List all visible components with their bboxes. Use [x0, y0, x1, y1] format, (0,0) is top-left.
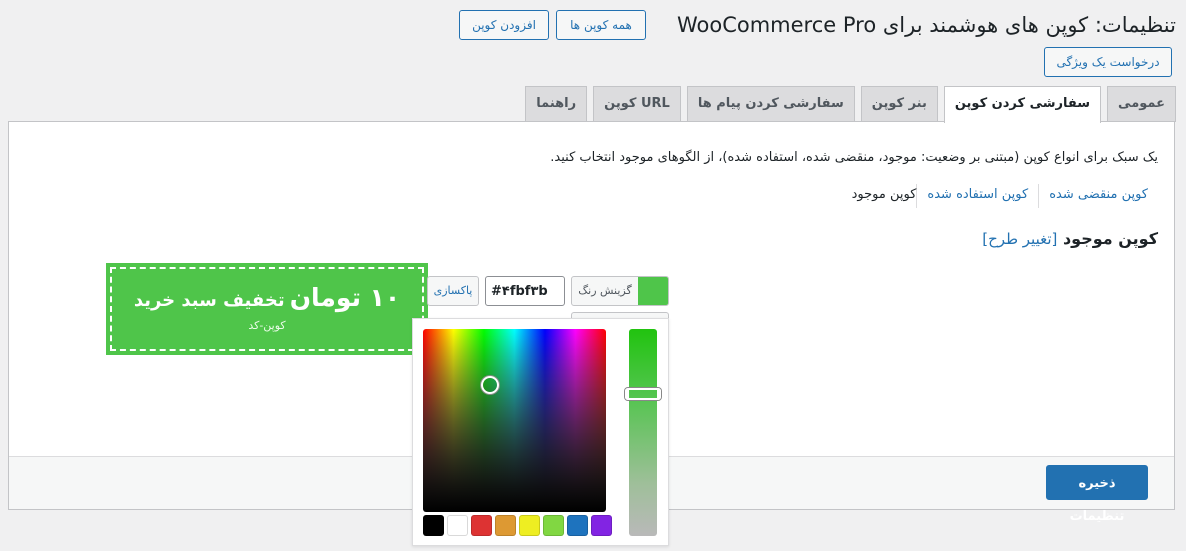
clear-color-button[interactable]: پاکسازی — [427, 276, 479, 306]
current-color-swatch — [638, 277, 668, 305]
tab-guide[interactable]: راهنما — [525, 86, 588, 122]
hue-slider[interactable] — [625, 329, 661, 536]
subnav-expired-coupon[interactable]: کوپن منقضی شده — [1039, 184, 1158, 208]
saturation-handle[interactable] — [481, 376, 499, 394]
coupon-preview: ۱۰ تومان تخفیف سبد خرید کوپن-کد — [106, 263, 428, 355]
color-picker-popup — [412, 318, 669, 546]
palette-swatch[interactable] — [423, 515, 444, 536]
tab-coupon-banner[interactable]: بنر کوپن — [860, 86, 938, 122]
coupon-code: کوپن-کد — [248, 319, 286, 332]
coupon-text: تخفیف سبد خرید — [133, 290, 285, 311]
tab-coupon-url[interactable]: کوپن URL — [593, 86, 681, 122]
color-pick-button[interactable]: گزینش رنگ — [571, 276, 669, 306]
palette-swatch[interactable] — [567, 515, 588, 536]
hex-color-input[interactable] — [485, 276, 565, 306]
section-title-text: کوپن موجود — [1062, 229, 1158, 248]
color-palette — [423, 515, 614, 536]
page-title: تنظیمات: کوپن های هوشمند برای WooCommerc… — [676, 13, 1176, 37]
saturation-area[interactable] — [423, 329, 606, 512]
hue-slider-handle[interactable] — [625, 388, 661, 400]
coupon-amount-line: ۱۰ تومان تخفیف سبد خرید — [112, 283, 422, 312]
palette-swatch[interactable] — [591, 515, 612, 536]
palette-swatch[interactable] — [519, 515, 540, 536]
subnav-available-coupon[interactable]: کوپن موجود — [842, 184, 917, 208]
settings-tabs: عمومی سفارشی کردن کوپن بنر کوپن سفارشی ک… — [525, 86, 1176, 123]
subnav-used-coupon[interactable]: کوپن استفاده شده — [917, 184, 1038, 208]
feature-request-button[interactable]: درخواست یک ویژگی — [1044, 47, 1172, 77]
palette-swatch[interactable] — [471, 515, 492, 536]
save-settings-button[interactable]: ذخیره تنظیمات — [1046, 465, 1148, 524]
coupon-status-nav: کوپن موجود کوپن استفاده شده کوپن منقضی ش… — [842, 184, 1158, 208]
section-title: کوپن موجود [تغییر طرح] — [982, 229, 1158, 248]
palette-swatch[interactable] — [447, 515, 468, 536]
coupon-dashed-border: ۱۰ تومان تخفیف سبد خرید کوپن-کد — [110, 267, 424, 351]
style-description: یک سبک برای انواع کوپن (مبتنی بر وضعیت: … — [550, 150, 1158, 165]
palette-swatch[interactable] — [495, 515, 516, 536]
all-coupons-button[interactable]: همه کوپن ها — [556, 10, 646, 40]
tab-customize-messages[interactable]: سفارشی کردن پیام ها — [686, 86, 855, 122]
tab-customize-coupon[interactable]: سفارشی کردن کوپن — [943, 86, 1102, 123]
change-design-link[interactable]: [تغییر طرح] — [982, 230, 1057, 248]
color-pick-label: گزینش رنگ — [578, 284, 632, 297]
subnav-separator — [916, 184, 918, 208]
subnav-separator — [1038, 184, 1040, 208]
tab-general[interactable]: عمومی — [1107, 86, 1176, 122]
palette-swatch[interactable] — [543, 515, 564, 536]
coupon-amount: ۱۰ تومان — [289, 283, 401, 312]
add-coupon-button[interactable]: افزودن کوپن — [459, 10, 549, 40]
